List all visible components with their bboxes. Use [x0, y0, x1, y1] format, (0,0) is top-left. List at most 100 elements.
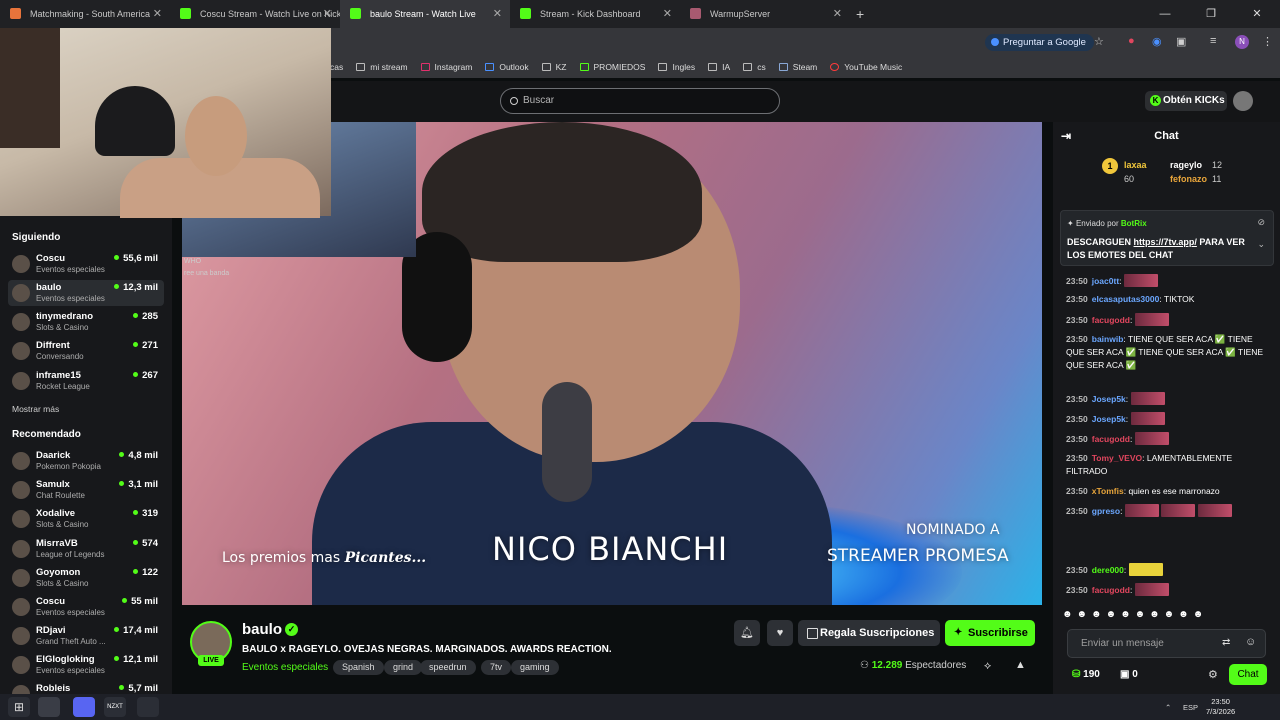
heart-follow-icon[interactable]: ♥ — [767, 620, 793, 646]
gift-subs-button[interactable]: Regala Suscripciones — [798, 620, 940, 646]
show-more-link[interactable]: Mostrar más — [12, 404, 59, 414]
tab-warmup[interactable]: WarmupServer ✕ — [680, 0, 850, 28]
notification-bell-icon[interactable]: 🔔︎ — [734, 620, 760, 646]
tag-chip[interactable]: grind — [384, 660, 423, 675]
avatar — [12, 481, 30, 499]
points-icon: ⛁ — [1072, 669, 1081, 680]
subscribe-button[interactable]: Suscribirse — [945, 620, 1035, 646]
profile-avatar[interactable]: N — [1235, 35, 1249, 49]
avatar — [12, 540, 30, 558]
menu-icon[interactable]: ⋮ — [1262, 35, 1273, 48]
minimize-icon[interactable]: — — [1142, 0, 1188, 28]
tray-chevron-icon[interactable]: ⌃ — [1165, 703, 1171, 712]
extension-icon[interactable]: ● — [1128, 35, 1135, 47]
verified-icon: ✓ — [285, 623, 298, 636]
chrome-taskbar-icon[interactable] — [38, 697, 60, 717]
tag-chip[interactable]: speedrun — [420, 660, 476, 675]
close-icon[interactable]: ✕ — [493, 7, 502, 20]
close-icon[interactable]: ✕ — [323, 7, 332, 20]
emoji-icon[interactable]: ☺ — [1245, 636, 1256, 648]
extensions-puzzle-icon[interactable]: ▣ — [1176, 35, 1186, 48]
share-icon[interactable]: ⟡ — [984, 660, 991, 673]
tab-matchmaking[interactable]: Matchmaking - South America ✕ — [0, 0, 170, 28]
tag-chip[interactable]: gaming — [511, 660, 559, 675]
translate-icon[interactable]: ⇄ — [1222, 637, 1230, 648]
user-avatar[interactable] — [1233, 91, 1253, 111]
live-badge: LIVE — [198, 655, 224, 666]
sidebar-channel[interactable]: inframe15 Rocket League 267 — [8, 368, 164, 394]
bookmark-item[interactable]: IA — [708, 62, 730, 72]
bookmark-item[interactable]: Ingles — [658, 62, 695, 72]
get-kicks-button[interactable]: Obtén KICKs — [1145, 91, 1227, 111]
avatar — [12, 342, 30, 360]
chat-input[interactable]: Enviar un mensaje — [1067, 629, 1266, 658]
nzxt-taskbar-icon[interactable]: NZXT — [104, 697, 126, 717]
tag-chip[interactable]: 7tv — [481, 660, 512, 675]
emote — [1161, 504, 1196, 517]
sidebar-channel[interactable]: tinymedrano Slots & Casino 285 — [8, 309, 164, 335]
tab-favicon-icon — [180, 8, 191, 19]
bookmark-item[interactable]: Steam — [778, 62, 817, 72]
bookmark-item[interactable]: cas — [330, 62, 343, 72]
streamer-name[interactable]: baulo — [242, 621, 282, 638]
discord-taskbar-icon[interactable] — [73, 697, 95, 717]
sidebar-channel[interactable]: baulo Eventos especiales 12,3 mil — [8, 280, 164, 306]
restore-icon[interactable]: ❐ — [1188, 0, 1234, 28]
other-points[interactable]: ▣ 0 — [1120, 669, 1138, 680]
browser-tab-bar: Matchmaking - South America ✕ Coscu Strea… — [0, 0, 1280, 28]
sidebar-channel[interactable]: RDjavi Grand Theft Auto ... 17,4 mil — [8, 623, 164, 649]
close-icon[interactable]: ✕ — [663, 7, 672, 20]
video-overlay-name: NICO BIANCHI — [492, 530, 729, 568]
stream-category[interactable]: Eventos especiales — [242, 662, 328, 673]
send-chat-button[interactable]: Chat — [1229, 664, 1267, 685]
bookmark-item[interactable]: mi stream — [356, 62, 408, 72]
bookmark-item[interactable]: KZ — [541, 62, 567, 72]
gear-icon[interactable]: ⚙ — [1208, 668, 1218, 681]
bookmark-item[interactable]: Outlook — [485, 62, 529, 72]
tab-baulo[interactable]: baulo Stream - Watch Live ✕ — [340, 0, 510, 28]
folder-icon — [743, 63, 753, 71]
bookmark-star-icon[interactable]: ☆ — [1094, 35, 1104, 48]
chevron-down-icon[interactable]: ⌄ — [1257, 239, 1265, 250]
report-icon[interactable]: ▲ — [1015, 659, 1026, 671]
sidebar-channel[interactable]: ElGlogloking Eventos especiales 12,1 mil — [8, 652, 164, 678]
bookmark-item[interactable]: YouTube Music — [830, 62, 902, 72]
pinned-message[interactable]: ✦ Enviado por BotRix ⊘ ⌄ DESCARGUEN http… — [1060, 210, 1274, 266]
sidebar-channel[interactable]: Coscu Eventos especiales 55,6 mil — [8, 251, 164, 277]
taskbar-clock[interactable]: 23:50 7/3/2026 — [1206, 697, 1235, 717]
collapse-chat-icon[interactable]: ⇥ — [1061, 122, 1071, 150]
ask-google-button[interactable]: Preguntar a Google — [985, 34, 1094, 51]
bookmark-item[interactable]: Instagram — [420, 62, 472, 72]
close-icon[interactable]: ✕ — [153, 7, 162, 20]
following-title: Siguiendo — [12, 232, 61, 243]
new-tab-button[interactable]: + — [856, 6, 876, 22]
search-input[interactable]: Buscar — [500, 88, 780, 114]
media-icon[interactable]: ≡ — [1210, 35, 1216, 47]
tab-title: Matchmaking - South America — [30, 9, 151, 19]
windows-start-icon[interactable]: ⊞ — [8, 697, 30, 717]
sidebar-channel[interactable]: Daarick Pokemon Pokopia 4,8 mil — [8, 448, 164, 474]
sidebar-channel[interactable]: Samulx Chat Roulette 3,1 mil — [8, 477, 164, 503]
close-window-icon[interactable]: ✕ — [1234, 0, 1280, 28]
channel-points[interactable]: ⛁ 190 — [1072, 669, 1100, 680]
sidebar-channel[interactable]: Coscu Eventos especiales 55 mil — [8, 594, 164, 620]
sidebar-channel[interactable]: Diffrent Conversando 271 — [8, 338, 164, 364]
bookmark-item[interactable]: PROMIEDOS — [579, 62, 645, 72]
tag-chip[interactable]: Spanish — [333, 660, 384, 675]
tab-coscu[interactable]: Coscu Stream - Watch Live on Kick ✕ — [170, 0, 340, 28]
emote-bar[interactable]: ☻☻☻☻☻☻☻☻☻☻ — [1062, 609, 1207, 620]
app-taskbar-icon[interactable] — [137, 697, 159, 717]
sidebar-channel[interactable]: Xodalive Slots & Casino 319 — [8, 506, 164, 532]
extension-icon[interactable]: ◉ — [1152, 35, 1162, 48]
language-indicator[interactable]: ESP — [1183, 703, 1198, 712]
unpin-icon[interactable]: ⊘ — [1257, 217, 1265, 228]
pinned-link[interactable]: https://7tv.app/ — [1134, 237, 1197, 247]
tab-dashboard[interactable]: Stream - Kick Dashboard ✕ — [510, 0, 680, 28]
bookmark-item[interactable]: cs — [743, 62, 766, 72]
webcam-person-head — [185, 96, 247, 176]
emote — [1130, 392, 1165, 405]
sidebar-channel[interactable]: Robleis 5,7 mil — [8, 681, 164, 694]
sidebar-channel[interactable]: MisrraVB League of Legends 574 — [8, 536, 164, 562]
close-icon[interactable]: ✕ — [833, 7, 842, 20]
sidebar-channel[interactable]: Goyomon Slots & Casino 122 — [8, 565, 164, 591]
